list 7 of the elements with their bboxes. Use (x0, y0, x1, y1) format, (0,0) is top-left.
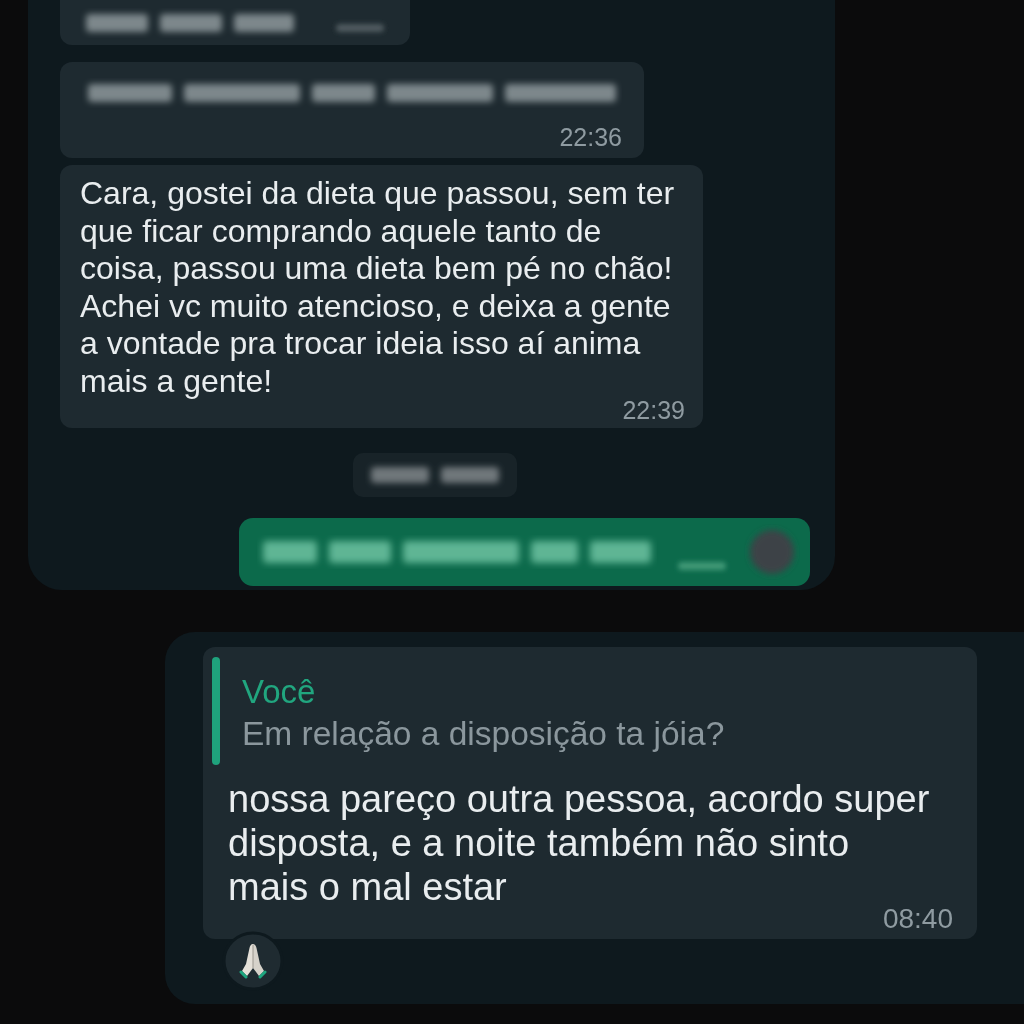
message-text: nossa pareço outra pessoa, acordo super disposta, e a noite também não sinto mais o mal estar (228, 776, 931, 909)
quote-author: Você (242, 671, 317, 712)
message-time: 22:36 (559, 128, 622, 146)
message-text: Cara, gostei da dieta que passou, sem ter que ficar comprando aquele tanto de coisa, passou uma dieta bem pé no chão! Achei vc muito atencioso, e deixa a gente a vontade pra trocar ideia isso aí anima mais a gente! (80, 175, 676, 401)
message-time: 22:39 (622, 400, 685, 419)
quote-text: Em relação a disposição ta jóia? (242, 713, 725, 754)
message-time: 08:40 (882, 908, 953, 929)
